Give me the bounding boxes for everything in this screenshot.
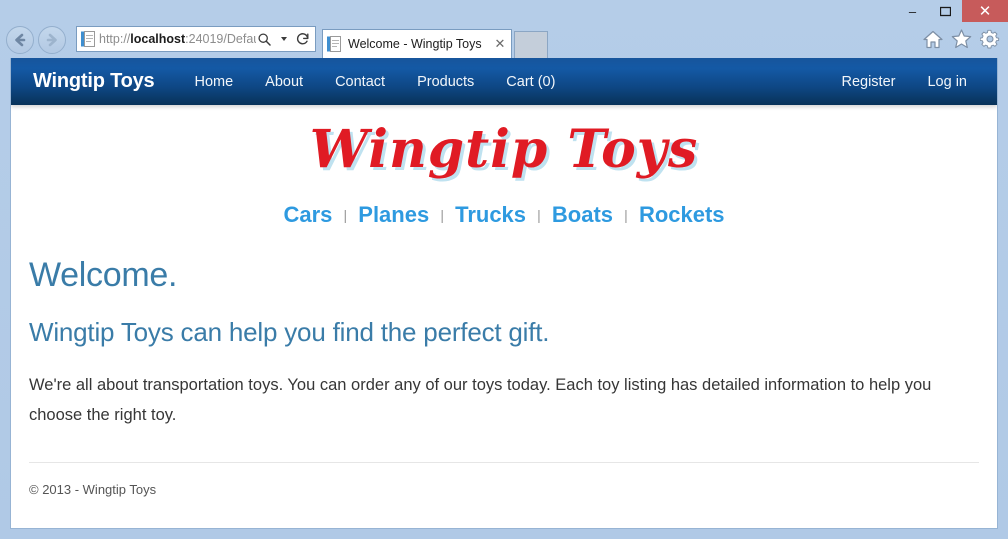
site-logo: Wingtip Toys [309, 119, 699, 180]
back-arrow-icon [15, 33, 26, 47]
page-subtitle: Wingtip Toys can help you find the perfe… [29, 317, 550, 347]
category-link-planes[interactable]: Planes [356, 202, 431, 227]
nav-item-cart[interactable]: Cart (0) [490, 74, 571, 90]
tab-strip: Welcome - Wingtip Toys ✕ [322, 23, 548, 58]
close-window-button[interactable]: ✕ [962, 0, 1008, 22]
nav-item-contact[interactable]: Contact [319, 74, 401, 90]
nav-item-login[interactable]: Log in [911, 74, 983, 90]
primary-nav: Home About Contact Products Cart (0) [178, 74, 571, 90]
back-button[interactable] [6, 26, 34, 54]
minimize-button[interactable]: – [896, 0, 929, 22]
category-separator: | [440, 207, 444, 223]
category-separator: | [537, 207, 541, 223]
address-bar-tools [256, 29, 315, 49]
tab-close-icon[interactable]: ✕ [489, 36, 511, 52]
close-icon: ✕ [978, 2, 992, 20]
url-text: http://localhost:24019/Default [99, 32, 256, 46]
url-suffix: :24019/Default [185, 32, 256, 46]
minimize-icon: – [908, 3, 917, 19]
new-tab-button[interactable] [514, 31, 548, 58]
browser-titlebar: – ✕ http://localhost:24019/Defa Welcome … [0, 0, 1008, 58]
category-separator: | [343, 207, 348, 223]
page-content: Wingtip Toys Cars | Planes | Trucks | Bo… [11, 119, 997, 497]
tab-page-icon [327, 36, 341, 52]
forward-arrow-icon [46, 33, 57, 47]
page-document-icon [81, 31, 95, 47]
maximize-button[interactable] [929, 0, 962, 22]
category-link-boats[interactable]: Boats [550, 202, 615, 227]
category-separator: | [624, 207, 628, 223]
account-nav: Register Log in [825, 74, 983, 90]
category-link-cars[interactable]: Cars [281, 202, 334, 227]
refresh-icon[interactable] [294, 29, 311, 49]
favorites-star-icon[interactable] [951, 29, 972, 49]
footer-divider [29, 462, 979, 463]
forward-button[interactable] [38, 26, 66, 54]
browser-tab[interactable]: Welcome - Wingtip Toys ✕ [322, 29, 512, 58]
home-icon[interactable] [923, 30, 943, 49]
nav-item-register[interactable]: Register [825, 74, 911, 90]
maximize-icon [940, 6, 951, 16]
browser-toolbar-icons [923, 29, 1000, 49]
site-navbar: Wingtip Toys Home About Contact Products… [11, 58, 997, 105]
page-viewport: Wingtip Toys Home About Contact Products… [10, 58, 998, 529]
settings-gear-icon[interactable] [980, 29, 1000, 49]
category-link-trucks[interactable]: Trucks [453, 202, 528, 227]
browser-navigation-row: http://localhost:24019/Default [0, 23, 1008, 58]
tab-title: Welcome - Wingtip Toys [348, 37, 482, 51]
page-title: Welcome. [29, 256, 178, 294]
url-host: localhost [130, 32, 186, 46]
site-brand[interactable]: Wingtip Toys [33, 70, 155, 93]
footer-copyright: © 2013 - Wingtip Toys [29, 482, 157, 497]
category-links: Cars | Planes | Trucks | Boats | Rockets [29, 202, 979, 228]
nav-item-about[interactable]: About [249, 74, 319, 90]
window-controls: – ✕ [896, 0, 1008, 24]
intro-paragraph: We're all about transportation toys. You… [29, 376, 932, 424]
url-prefix: http:// [99, 32, 131, 46]
search-icon[interactable] [256, 29, 273, 49]
nav-item-home[interactable]: Home [178, 74, 249, 90]
address-bar[interactable]: http://localhost:24019/Default [76, 26, 316, 52]
nav-item-products[interactable]: Products [401, 74, 490, 90]
browser-window: – ✕ http://localhost:24019/Defa Welcome … [0, 0, 1008, 539]
category-link-rockets[interactable]: Rockets [637, 202, 727, 227]
chevron-down-icon[interactable] [275, 29, 292, 49]
